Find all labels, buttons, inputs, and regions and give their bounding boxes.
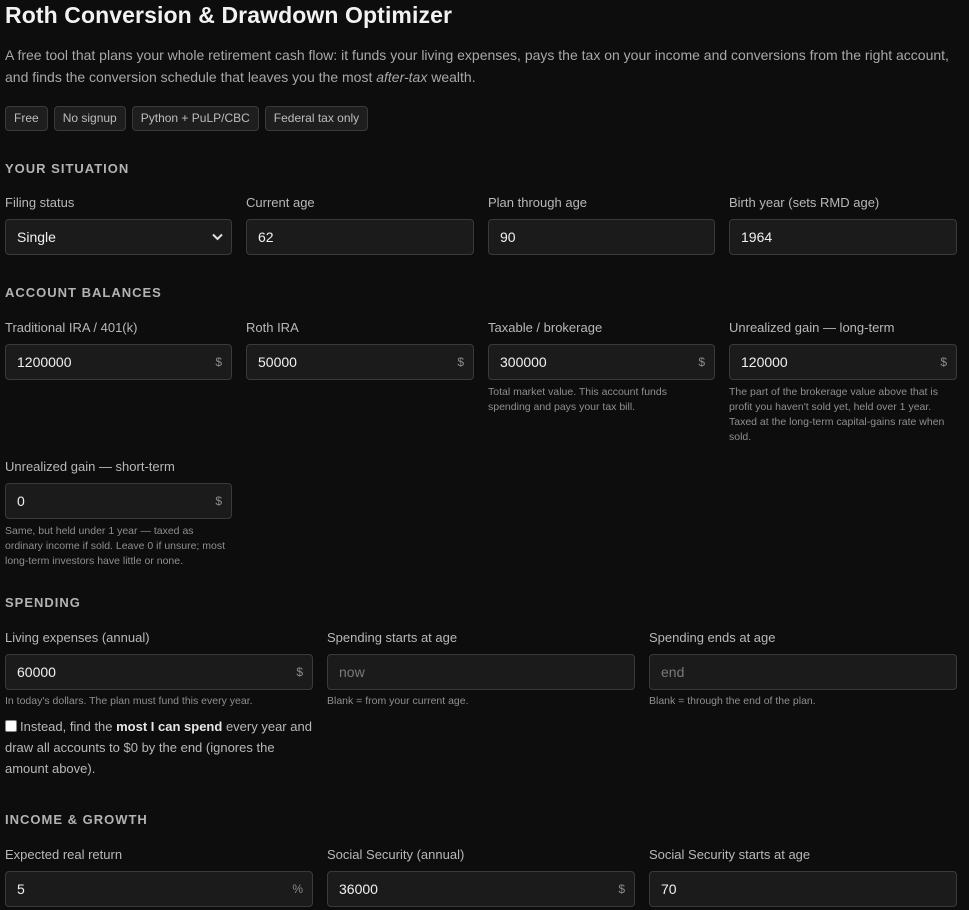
filing-status-label: Filing status xyxy=(5,195,75,210)
percent-unit: % xyxy=(292,882,303,896)
spend-start-input[interactable]: now xyxy=(327,654,635,690)
lt-gain-field: Unrealized gain — long-term 120000 $ The… xyxy=(729,320,957,443)
st-gain-help: Same, but held under 1 year — taxed as o… xyxy=(5,525,226,567)
badge-free: Free xyxy=(5,106,48,131)
roth-input[interactable]: 50000 $ xyxy=(246,344,474,380)
section-heading-spending: SPENDING xyxy=(5,595,81,610)
dollar-unit: $ xyxy=(296,665,303,679)
badge-no-signup: No signup xyxy=(53,106,126,131)
st-gain-input[interactable]: 0 $ xyxy=(5,483,232,519)
ss-age-field: Social Security starts at age 70 xyxy=(649,847,957,907)
traditional-label: Traditional IRA / 401(k) xyxy=(5,320,138,335)
section-heading-balances: ACCOUNT BALANCES xyxy=(5,285,162,300)
spend-start-field: Spending starts at age now Blank = from … xyxy=(327,630,635,707)
section-heading-income: INCOME & GROWTH xyxy=(5,812,148,827)
plan-age-field: Plan through age 90 xyxy=(488,195,715,255)
expenses-help: In today's dollars. The plan must fund t… xyxy=(5,695,253,707)
taxable-input[interactable]: 300000 $ xyxy=(488,344,715,380)
filing-status-select[interactable]: Single xyxy=(5,219,232,255)
ss-age-input[interactable]: 70 xyxy=(649,871,957,907)
expenses-field: Living expenses (annual) 60000 $ In toda… xyxy=(5,630,313,707)
badge-row: Free No signup Python + PuLP/CBC Federal… xyxy=(5,106,369,131)
st-gain-label: Unrealized gain — short-term xyxy=(5,459,175,474)
intro-text: A free tool that plans your whole retire… xyxy=(5,47,949,85)
plan-age-input[interactable]: 90 xyxy=(488,219,715,255)
ss-input[interactable]: 36000 $ xyxy=(327,871,635,907)
dollar-unit: $ xyxy=(618,882,625,896)
st-gain-field: Unrealized gain — short-term 0 $ Same, b… xyxy=(5,459,232,567)
return-input[interactable]: 5 % xyxy=(5,871,313,907)
expenses-input[interactable]: 60000 $ xyxy=(5,654,313,690)
birth-year-input[interactable]: 1964 xyxy=(729,219,957,255)
dollar-unit: $ xyxy=(698,355,705,369)
ss-field: Social Security (annual) 36000 $ xyxy=(327,847,635,907)
dollar-unit: $ xyxy=(215,494,222,508)
max-spend-option: Instead, find the most I can spend every… xyxy=(5,716,315,779)
plan-age-label: Plan through age xyxy=(488,195,588,210)
ss-label: Social Security (annual) xyxy=(327,847,465,862)
spend-end-input[interactable]: end xyxy=(649,654,957,690)
birth-year-field: Birth year (sets RMD age) 1964 xyxy=(729,195,957,255)
max-spend-checkbox[interactable] xyxy=(5,720,17,732)
chevron-down-icon xyxy=(212,233,223,241)
badge-federal: Federal tax only xyxy=(264,106,369,131)
spend-end-field: Spending ends at age end Blank = through… xyxy=(649,630,957,707)
spend-start-help: Blank = from your current age. xyxy=(327,695,469,707)
current-age-input[interactable]: 62 xyxy=(246,219,474,255)
spend-end-help: Blank = through the end of the plan. xyxy=(649,695,816,707)
birth-year-label: Birth year (sets RMD age) xyxy=(729,195,880,210)
return-field: Expected real return 5 % xyxy=(5,847,313,907)
spend-start-label: Spending starts at age xyxy=(327,630,458,645)
dollar-unit: $ xyxy=(940,355,947,369)
lt-gain-label: Unrealized gain — long-term xyxy=(729,320,895,335)
current-age-field: Current age 62 xyxy=(246,195,474,255)
traditional-input[interactable]: 1200000 $ xyxy=(5,344,232,380)
roth-field: Roth IRA 50000 $ xyxy=(246,320,474,380)
page-title: Roth Conversion & Drawdown Optimizer xyxy=(5,2,453,28)
dollar-unit: $ xyxy=(457,355,464,369)
expenses-label: Living expenses (annual) xyxy=(5,630,150,645)
spend-end-label: Spending ends at age xyxy=(649,630,776,645)
max-spend-text: Instead, find the most I can spend every… xyxy=(5,719,312,776)
badge-tech: Python + PuLP/CBC xyxy=(131,106,259,131)
current-age-label: Current age xyxy=(246,195,315,210)
return-label: Expected real return xyxy=(5,847,123,862)
traditional-field: Traditional IRA / 401(k) 1200000 $ xyxy=(5,320,232,380)
dollar-unit: $ xyxy=(215,355,222,369)
ss-age-label: Social Security starts at age xyxy=(649,847,811,862)
roth-label: Roth IRA xyxy=(246,320,299,335)
lt-gain-input[interactable]: 120000 $ xyxy=(729,344,957,380)
lt-gain-help: The part of the brokerage value above th… xyxy=(729,386,945,443)
taxable-field: Taxable / brokerage 300000 $ Total marke… xyxy=(488,320,715,413)
section-heading-situation: YOUR SITUATION xyxy=(5,161,130,176)
taxable-help: Total market value. This account funds s… xyxy=(488,386,667,413)
filing-status-field: Filing status Single xyxy=(5,195,232,255)
taxable-label: Taxable / brokerage xyxy=(488,320,603,335)
